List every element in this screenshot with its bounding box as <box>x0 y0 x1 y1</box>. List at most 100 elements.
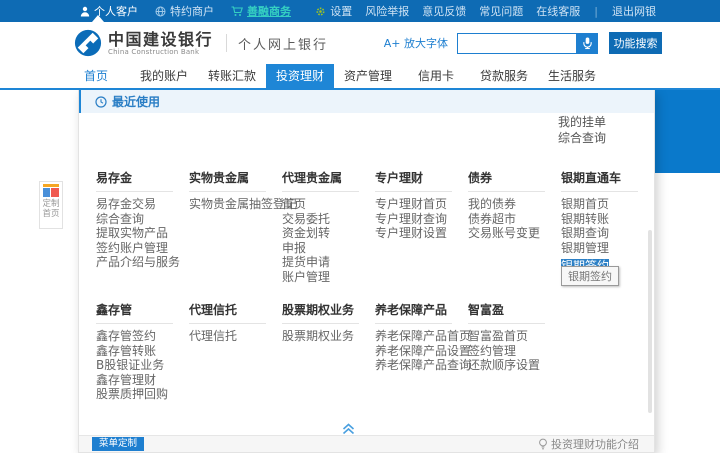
menu-item[interactable]: 鑫存管理财 <box>96 373 189 388</box>
menu-item[interactable]: 鑫存管签约 <box>96 329 189 344</box>
menu-item[interactable]: 提货申请 <box>282 255 375 270</box>
topbar-link-right[interactable]: 意见反馈 <box>422 3 466 19</box>
topbar-link-right[interactable]: 风险举报 <box>365 3 409 19</box>
nav-tab[interactable]: 我的账户 <box>130 64 198 88</box>
menu-item-tooltip: 银期签约 <box>561 266 619 286</box>
font-zoom-link[interactable]: A+ 放大字体 <box>384 35 448 51</box>
menu-item[interactable]: 还款顺序设置 <box>468 358 561 373</box>
page-banner-fragment <box>655 90 720 173</box>
menu-item[interactable]: 鑫存管转账 <box>96 344 189 359</box>
customize-homepage-label-line1: 定制 <box>40 199 62 209</box>
menu-item[interactable]: 账户管理 <box>282 270 375 285</box>
customize-homepage-label-line2: 首页 <box>40 209 62 219</box>
menu-item[interactable]: 综合查询 <box>558 131 606 147</box>
person-icon <box>80 6 90 17</box>
menu-item[interactable]: 交易委托 <box>282 212 375 227</box>
menu-item[interactable]: 提取实物产品 <box>96 226 189 241</box>
nav-tab[interactable]: 投资理财 <box>266 64 334 88</box>
nav-tab[interactable]: 贷款服务 <box>470 64 538 88</box>
menu-item[interactable]: 股票质押回购 <box>96 387 189 402</box>
chevron-double-up-icon <box>341 423 356 435</box>
lightbulb-icon <box>538 438 548 450</box>
menu-customize-button[interactable]: 菜单定制 <box>92 437 144 451</box>
topbar-link-label: 风险举报 <box>365 3 409 19</box>
menu-item[interactable]: 交易账号变更 <box>468 226 561 241</box>
portal-title: 个人网上银行 <box>238 34 328 53</box>
menu-row-2: 鑫存管鑫存管签约鑫存管转账B股银证业务鑫存管理财股票质押回购代理信托代理信托股票… <box>96 301 561 402</box>
topbar-link-left[interactable]: 个人客户 <box>80 3 138 19</box>
menu-item[interactable]: 债券超市 <box>468 212 561 227</box>
topbar-link-right[interactable]: 退出网银 <box>612 3 656 19</box>
bank-logo[interactable]: 中国建设银行 China Construction Bank <box>74 29 213 57</box>
menu-item[interactable]: 智富盈首页 <box>468 329 561 344</box>
menu-category: 债券我的债券债券超市交易账号变更 <box>468 169 561 285</box>
bank-name-block: 中国建设银行 China Construction Bank <box>108 31 213 56</box>
investment-megamenu: 最近使用 我的挂单综合查询 易存金易存金交易综合查询提取实物产品签约账户管理产品… <box>78 90 655 453</box>
topbar-link-right[interactable]: 设置 <box>315 3 352 19</box>
topbar-link-left[interactable]: 善融商务 <box>231 3 291 19</box>
menu-category: 智富盈智富盈首页签约管理还款顺序设置 <box>468 301 561 402</box>
menu-item[interactable]: 专户理财首页 <box>375 197 468 212</box>
menu-item[interactable]: 股票期权业务 <box>282 329 375 344</box>
feature-intro-label: 投资理财功能介绍 <box>551 436 639 452</box>
ccb-logo-icon <box>74 29 102 57</box>
menu-category-title: 专户理财 <box>375 169 452 192</box>
personal-online-banking-screen: 个人客户 特约商户 善融商务 设置风险举报意见反馈常见问题在线客服 | 退出网银 中国建… <box>0 0 720 453</box>
topbar-link-label: 退出网银 <box>612 3 656 19</box>
nav-tab[interactable]: 生活服务 <box>538 64 606 88</box>
menu-item[interactable]: 申报 <box>282 241 375 256</box>
nav-tab[interactable]: 信用卡 <box>402 64 470 88</box>
topbar-link-label: 意见反馈 <box>422 3 466 19</box>
nav-tab[interactable]: 首页 <box>62 64 130 88</box>
topbar-link-right[interactable]: 在线客服 <box>536 3 580 19</box>
feature-intro-link[interactable]: 投资理财功能介绍 <box>538 436 639 452</box>
menu-item[interactable]: 专户理财设置 <box>375 226 468 241</box>
site-header: 中国建设银行 China Construction Bank 个人网上银行 A+… <box>0 22 720 64</box>
menu-category-title: 智富盈 <box>468 301 545 324</box>
gear-icon <box>315 6 326 17</box>
menu-item[interactable]: 银期查询 <box>561 226 654 241</box>
menu-item[interactable]: 签约账户管理 <box>96 241 189 256</box>
menu-item[interactable]: 专户理财查询 <box>375 212 468 227</box>
menu-item[interactable]: 签约管理 <box>468 344 561 359</box>
menu-item[interactable]: 养老保障产品首页 <box>375 329 468 344</box>
topbar-link-left[interactable]: 特约商户 <box>155 3 214 19</box>
recently-used-label: 最近使用 <box>112 93 160 110</box>
function-search-button[interactable]: 功能搜索 <box>609 32 662 54</box>
topbar-link-label: 设置 <box>330 3 352 19</box>
topbar-divider: | <box>594 5 598 18</box>
top-utility-bar: 个人客户 特约商户 善融商务 设置风险举报意见反馈常见问题在线客服 | 退出网银 <box>0 0 720 22</box>
menu-category-title: 代理贵金属 <box>282 169 359 192</box>
menu-item[interactable]: B股银证业务 <box>96 358 189 373</box>
menu-category-title: 代理信托 <box>189 301 266 324</box>
topbar-link-label: 特约商户 <box>170 3 214 19</box>
menu-item[interactable]: 银期首页 <box>561 197 654 212</box>
topbar-link-label: 善融商务 <box>247 3 291 19</box>
menu-item[interactable]: 养老保障产品设置 <box>375 344 468 359</box>
topbar-link-right[interactable]: 常见问题 <box>479 3 523 19</box>
menu-item[interactable]: 我的债券 <box>468 197 561 212</box>
menu-item[interactable]: 银期管理 <box>561 241 654 256</box>
nav-tab[interactable]: 资产管理 <box>334 64 402 88</box>
menu-category: 专户理财专户理财首页专户理财查询专户理财设置 <box>375 169 468 285</box>
menu-item[interactable]: 首页 <box>282 197 375 212</box>
nav-tab[interactable]: 转账汇款 <box>198 64 266 88</box>
menu-item[interactable]: 资金划转 <box>282 226 375 241</box>
menu-category-title: 鑫存管 <box>96 301 173 324</box>
menu-item[interactable]: 养老保障产品查询 <box>375 358 468 373</box>
menu-item[interactable]: 我的挂单 <box>558 115 606 131</box>
function-search-input[interactable] <box>457 33 576 54</box>
customize-homepage-tab[interactable]: 定制 首页 <box>39 181 63 229</box>
menu-item[interactable]: 实物贵金属抽签登记 <box>189 197 282 212</box>
menu-item[interactable]: 代理信托 <box>189 329 282 344</box>
bank-name: 中国建设银行 <box>108 31 213 48</box>
menu-item[interactable]: 产品介绍与服务 <box>96 255 189 270</box>
menu-item[interactable]: 综合查询 <box>96 212 189 227</box>
menu-scrollbar-thumb[interactable] <box>648 230 652 413</box>
bank-name-english: China Construction Bank <box>108 48 213 56</box>
voice-search-button[interactable] <box>576 33 598 54</box>
menu-item[interactable]: 易存金交易 <box>96 197 189 212</box>
layout-icon <box>43 184 59 197</box>
cart-icon <box>231 6 243 17</box>
menu-item[interactable]: 银期转账 <box>561 212 654 227</box>
